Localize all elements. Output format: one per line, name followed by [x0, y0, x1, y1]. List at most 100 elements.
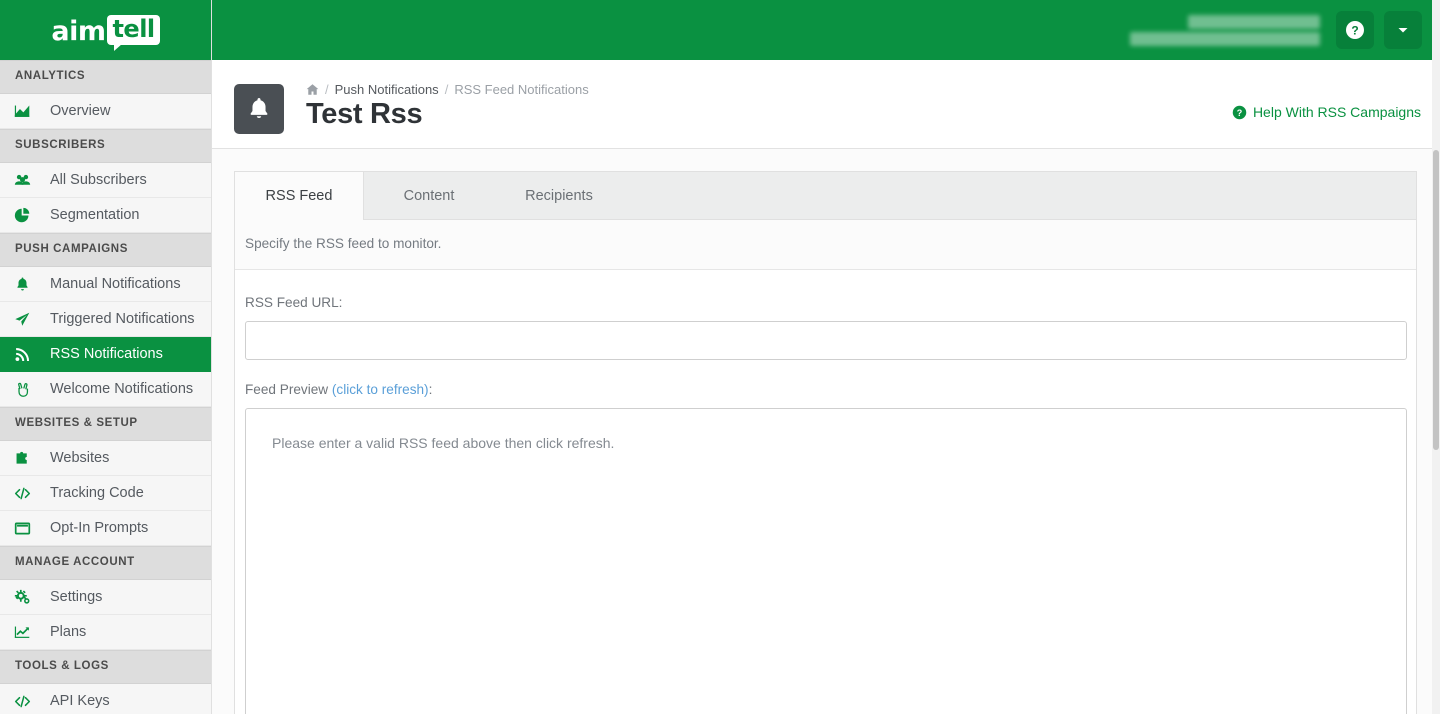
tab-bar: RSS FeedContentRecipients	[235, 172, 1416, 220]
users-icon	[14, 172, 42, 189]
puzzle-piece-icon	[14, 450, 42, 467]
window-icon	[14, 520, 31, 537]
sidebar-item-websites[interactable]: Websites	[0, 441, 211, 476]
line-chart-icon	[14, 624, 42, 641]
home-icon	[306, 83, 319, 96]
chart-area-icon	[14, 103, 31, 120]
sidebar-item-all-subscribers[interactable]: All Subscribers	[0, 163, 211, 198]
bell-icon	[14, 276, 31, 293]
question-circle-icon: ?	[1345, 20, 1365, 40]
sidebar-item-label: Tracking Code	[42, 485, 144, 501]
tab-description: Specify the RSS feed to monitor.	[235, 220, 1416, 270]
sidebar-section-header: WEBSITES & SETUP	[0, 407, 211, 441]
sidebar-section-header: TOOLS & LOGS	[0, 650, 211, 684]
sidebar-item-settings[interactable]: Settings	[0, 580, 211, 615]
code-icon	[14, 485, 42, 502]
sidebar-item-label: Overview	[42, 103, 110, 119]
pie-chart-icon	[14, 207, 31, 224]
question-circle-icon: ?	[1232, 105, 1247, 120]
gears-icon	[14, 589, 31, 606]
pie-chart-icon	[14, 207, 42, 224]
sidebar-item-segmentation[interactable]: Segmentation	[0, 198, 211, 233]
help-with-rss-campaigns-link[interactable]: ? Help With RSS Campaigns	[1232, 104, 1421, 120]
sidebar-item-rss-notifications[interactable]: RSS Notifications	[0, 337, 211, 372]
code-icon	[14, 693, 42, 710]
sidebar-item-opt-in-prompts[interactable]: Opt-In Prompts	[0, 511, 211, 546]
breadcrumb-home-link[interactable]	[306, 83, 319, 96]
users-icon	[14, 172, 31, 189]
chevron-down-icon	[1396, 23, 1410, 37]
breadcrumb: / Push Notifications / RSS Feed Notifica…	[306, 82, 589, 97]
account-info-redacted	[1130, 15, 1320, 46]
rss-icon	[14, 346, 31, 363]
sidebar-item-label: Plans	[42, 624, 86, 640]
puzzle-piece-icon	[14, 450, 31, 467]
sidebar-item-label: Segmentation	[42, 207, 139, 223]
rss-feed-form: RSS Feed URL: Feed Preview (click to ref…	[235, 270, 1416, 714]
window-icon	[14, 520, 42, 537]
svg-text:?: ?	[1351, 24, 1358, 38]
sidebar-item-label: API Keys	[42, 693, 110, 709]
tab-rss-feed[interactable]: RSS Feed	[234, 172, 364, 220]
sidebar-item-welcome-notifications[interactable]: Welcome Notifications	[0, 372, 211, 407]
page-scrollbar-track[interactable]	[1432, 0, 1440, 714]
sidebar-item-tracking-code[interactable]: Tracking Code	[0, 476, 211, 511]
account-name-redacted-bar	[1188, 15, 1320, 29]
brand-logo[interactable]: aim tell	[0, 0, 211, 60]
feed-preview-label-prefix: Feed Preview	[245, 382, 332, 397]
logo-text-tell: tell	[112, 15, 154, 43]
help-link-label: Help With RSS Campaigns	[1253, 104, 1421, 120]
help-button[interactable]: ?	[1336, 11, 1374, 49]
feed-preview-box: Please enter a valid RSS feed above then…	[245, 408, 1407, 714]
breadcrumb-separator-2: /	[445, 82, 449, 97]
sidebar-item-api-keys[interactable]: API Keys	[0, 684, 211, 714]
hand-peace-icon	[14, 381, 31, 398]
sidebar-item-triggered-notifications[interactable]: Triggered Notifications	[0, 302, 211, 337]
feed-preview-message: Please enter a valid RSS feed above then…	[272, 435, 614, 451]
hand-peace-icon	[14, 381, 42, 398]
page-title: Test Rss	[306, 98, 422, 131]
sidebar-item-label: Websites	[42, 450, 109, 466]
paper-plane-icon	[14, 311, 42, 328]
code-icon	[14, 485, 31, 502]
breadcrumb-parent-link[interactable]: Push Notifications	[335, 82, 439, 97]
rss-icon	[14, 346, 42, 363]
rss-feed-url-input[interactable]	[245, 321, 1407, 360]
top-bar: ?	[212, 0, 1440, 60]
chart-area-icon	[14, 103, 42, 120]
sidebar-item-label: Welcome Notifications	[42, 381, 193, 397]
breadcrumb-separator-1: /	[325, 82, 329, 97]
page-scrollbar-thumb[interactable]	[1433, 150, 1439, 450]
sidebar-section-header: SUBSCRIBERS	[0, 129, 211, 163]
content-area: RSS FeedContentRecipients Specify the RS…	[212, 149, 1440, 714]
bell-icon	[14, 276, 42, 293]
sidebar-item-label: All Subscribers	[42, 172, 147, 188]
sidebar-item-label: Manual Notifications	[42, 276, 181, 292]
account-url-redacted-bar	[1130, 32, 1320, 46]
line-chart-icon	[14, 624, 31, 641]
sidebar-section-header: ANALYTICS	[0, 60, 211, 94]
account-menu-button[interactable]	[1384, 11, 1422, 49]
feed-preview-label-suffix: :	[429, 382, 433, 397]
tab-recipients[interactable]: Recipients	[494, 172, 624, 220]
logo-text-aim: aim	[51, 18, 105, 45]
app-root: aim tell ANALYTICS Overview SUBSCRIBERS All…	[0, 0, 1440, 714]
sidebar-item-plans[interactable]: Plans	[0, 615, 211, 650]
sidebar-section-header: PUSH CAMPAIGNS	[0, 233, 211, 267]
top-bar-right-group: ?	[1130, 0, 1422, 60]
svg-text:?: ?	[1237, 107, 1243, 117]
tab-content[interactable]: Content	[364, 172, 494, 220]
code-icon	[14, 693, 31, 710]
sidebar-item-label: Opt-In Prompts	[42, 520, 148, 536]
sidebar-item-overview[interactable]: Overview	[0, 94, 211, 129]
feed-preview-refresh-link[interactable]: (click to refresh)	[332, 382, 429, 397]
sidebar-item-label: RSS Notifications	[42, 346, 163, 362]
logo-speech-bubble-icon: tell	[107, 15, 159, 45]
sidebar-item-label: Triggered Notifications	[42, 311, 195, 327]
sidebar: aim tell ANALYTICS Overview SUBSCRIBERS All…	[0, 0, 212, 714]
sidebar-nav: ANALYTICS Overview SUBSCRIBERS All Subscrib…	[0, 60, 211, 714]
breadcrumb-current: RSS Feed Notifications	[454, 82, 588, 97]
logo-wrap: aim tell	[51, 15, 159, 45]
sidebar-item-manual-notifications[interactable]: Manual Notifications	[0, 267, 211, 302]
gears-icon	[14, 589, 42, 606]
